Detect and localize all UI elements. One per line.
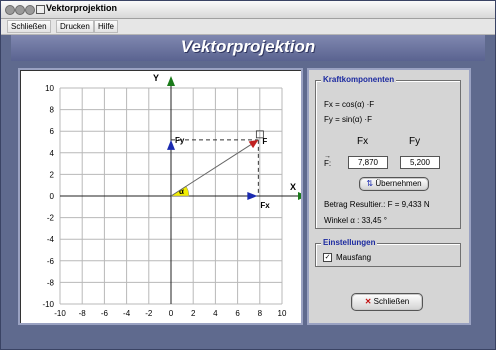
fy-input[interactable]: 5,200: [400, 156, 440, 169]
fy-component-arrow-icon: [167, 139, 175, 150]
apply-button[interactable]: ⇅ Übernehmen: [359, 177, 429, 191]
x-tick-label: 0: [169, 309, 174, 318]
x-tick-label: 4: [213, 309, 218, 318]
menu-drucken[interactable]: Drucken: [56, 20, 94, 33]
fx-input[interactable]: 7,870: [348, 156, 388, 169]
row-label-f: F:: [324, 159, 332, 168]
fy-component-label: Fy: [175, 136, 185, 145]
close-window-icon[interactable]: [5, 5, 15, 15]
formula-fy: Fy = sin(α) ·F: [324, 115, 372, 124]
y-tick-label: 2: [50, 170, 55, 179]
y-tick-label: 4: [50, 149, 55, 158]
close-button[interactable]: ✕ Schließen: [351, 293, 423, 311]
menu-schliessen[interactable]: Schließen: [7, 20, 51, 33]
y-tick-label: -8: [47, 278, 55, 287]
right-panel: Kraftkomponenten Fx = cos(α) ·F Fy = sin…: [307, 68, 471, 325]
close-x-icon: ✕: [364, 297, 372, 306]
resultant-vector-line: [170, 139, 259, 197]
y-tick-label: 8: [50, 106, 55, 115]
banner-title: Vektorprojektion: [180, 37, 316, 56]
y-tick-label: -4: [47, 235, 55, 244]
formula-fx: Fx = cos(α) ·F: [324, 100, 375, 109]
kraftkomponenten-group: Kraftkomponenten Fx = cos(α) ·F Fy = sin…: [315, 75, 461, 229]
menu-hilfe[interactable]: Hilfe: [94, 20, 119, 33]
y-tick-label: 0: [50, 192, 55, 201]
fx-component-arrow-icon: [247, 192, 258, 200]
column-fx: Fx: [357, 136, 369, 147]
x-tick-label: -6: [101, 309, 109, 318]
x-axis-arrow-icon: [298, 192, 301, 200]
y-tick-label: -2: [47, 214, 55, 223]
apply-icon: ⇅: [366, 179, 374, 188]
plot-panel[interactable]: -10 -8 -6 -4 -2 0 2 4 6 8 10 10 8 6 4 2 0 -2 -4 -6 -8 -10 Y Xα F…: [18, 68, 303, 325]
apply-button-label: Übernehmen: [375, 179, 422, 188]
mausfang-label: Mausfang: [336, 253, 372, 262]
einstellungen-legend: Einstellungen: [321, 238, 378, 247]
maximize-window-icon[interactable]: [25, 5, 35, 15]
y-axis-arrow-icon: [167, 76, 175, 86]
x-tick-label: -4: [123, 309, 131, 318]
x-tick-label: -2: [145, 309, 153, 318]
minimize-window-icon[interactable]: [15, 5, 25, 15]
resultant-vector-arrow-icon: [248, 139, 259, 149]
y-axis-label: Y: [153, 73, 159, 83]
x-tick-label: 6: [235, 309, 240, 318]
x-axis-label: X: [290, 182, 296, 192]
x-tick-label: 10: [278, 309, 287, 318]
y-tick-label: 6: [50, 127, 55, 136]
vector-plot[interactable]: -10 -8 -6 -4 -2 0 2 4 6 8 101086420-2-4-6-8-10YXαF…: [20, 70, 301, 323]
y-tick-label: -10: [42, 300, 54, 309]
vector-f-label: F: [262, 137, 267, 146]
x-tick-label: -10: [54, 309, 66, 318]
window-title: Vektorprojektion: [46, 3, 118, 13]
winkel-text: Winkel α : 33,45 °: [324, 216, 387, 225]
title-bar: Vektorprojektion: [1, 1, 495, 19]
betrag-text: Betrag Resultier.: F = 9,433 N: [324, 200, 430, 209]
y-tick-label: 10: [45, 84, 54, 93]
fx-component-label: Fx: [260, 201, 270, 210]
close-button-label: Schließen: [373, 297, 410, 306]
app-window: Vektorprojektion Schließen Drucken Hilfe…: [0, 0, 496, 350]
menu-bar: Schließen Drucken Hilfe: [1, 19, 495, 35]
banner: Vektorprojektion: [11, 35, 485, 61]
x-tick-label: -8: [79, 309, 87, 318]
column-fy: Fy: [409, 136, 421, 147]
app-icon: [36, 5, 45, 14]
y-tick-label: -6: [47, 257, 55, 266]
mausfang-checkbox[interactable]: ✓: [323, 253, 332, 262]
x-tick-label: 8: [258, 309, 263, 318]
einstellungen-group: Einstellungen ✓ Mausfang: [315, 238, 461, 267]
kraftkomponenten-legend: Kraftkomponenten: [321, 75, 397, 84]
x-tick-label: 2: [191, 309, 196, 318]
